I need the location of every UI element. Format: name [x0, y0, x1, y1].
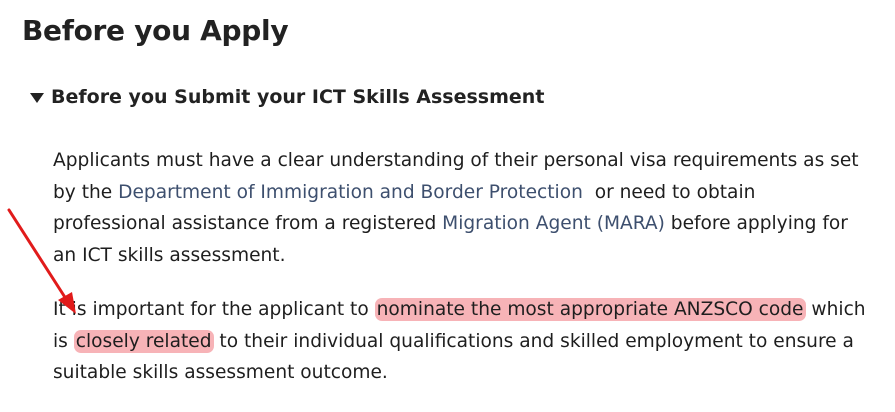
highlight-closely-related: closely related — [73, 329, 214, 353]
accordion-title[interactable]: Before you Submit your ICT Skills Assess… — [51, 86, 544, 108]
text-fragment: which — [805, 299, 866, 320]
paragraph-line: an ICT skills assessment. — [53, 244, 286, 266]
paragraph-line: It is important for the applicant to nom… — [53, 294, 866, 326]
visa-requirements-paragraph: Applicants must have a clear understandi… — [53, 145, 859, 271]
accordion-toggle[interactable]: Before you Submit your ICT Skills Assess… — [30, 86, 544, 108]
text-fragment: or need to obtain — [582, 181, 756, 203]
paragraph-line: suitable skills assessment outcome. — [53, 362, 388, 383]
paragraph-line: professional assistance from a registere… — [53, 208, 859, 240]
anzsco-paragraph: It is important for the applicant to nom… — [53, 294, 866, 389]
text-fragment: professional assistance from a registere… — [53, 213, 443, 234]
text-fragment: before applying for — [664, 213, 848, 234]
text-fragment: is — [53, 330, 74, 352]
caret-down-icon[interactable] — [30, 93, 44, 103]
paragraph-line: by the Department of Immigration and Bor… — [53, 177, 859, 209]
text-fragment: to their individual qualifications and s… — [213, 330, 854, 352]
paragraph-line: is closely related to their individual q… — [53, 326, 866, 358]
migration-agent-link[interactable]: Migration Agent (MARA) — [442, 213, 665, 234]
department-immigration-link[interactable]: Department of Immigration and Border Pro… — [118, 182, 583, 203]
text-fragment: It is important for the applicant to — [53, 299, 375, 320]
paragraph-line: Applicants must have a clear understandi… — [53, 150, 859, 171]
page-title: Before you Apply — [22, 14, 289, 47]
text-fragment: by the — [53, 181, 119, 203]
highlight-anzsco-code: nominate the most appropriate ANZSCO cod… — [374, 298, 806, 321]
